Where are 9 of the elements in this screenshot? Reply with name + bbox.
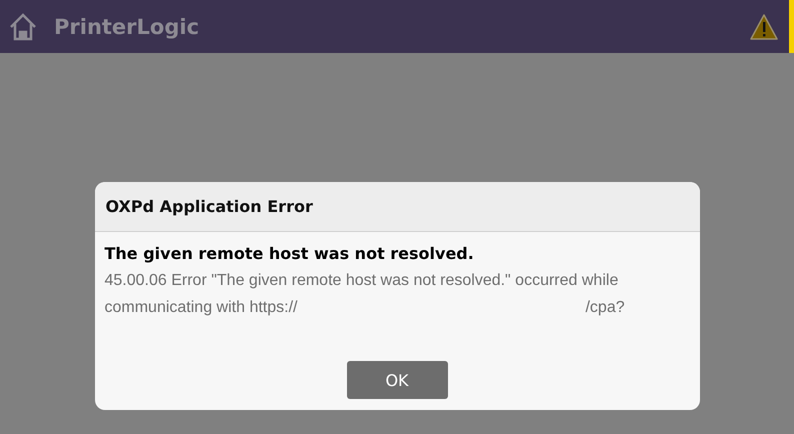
error-message: communicating with https:// [104,298,298,318]
dialog-title: OXPd Application Error [106,197,313,216]
ok-button[interactable]: OK [346,361,448,399]
app-title: PrinterLogic [54,14,200,38]
url-path: /cpa? [585,298,625,318]
home-icon[interactable] [8,12,38,42]
error-heading: The given remote host was not resolved. [104,244,475,263]
error-message: 45.00.06 Error "The given remote host was not resolved." occurred while [104,271,618,291]
warning-icon[interactable] [749,12,779,40]
